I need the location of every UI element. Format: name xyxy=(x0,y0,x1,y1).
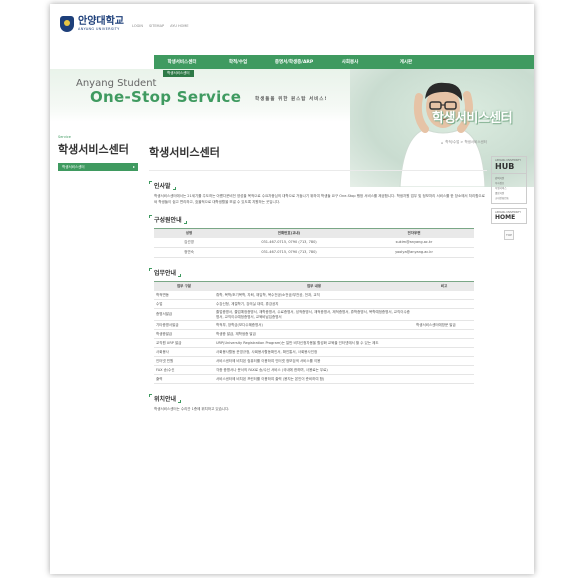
table-header: 전자우편 xyxy=(354,228,474,238)
hub-banner[interactable]: ANYANG UNIVERSITY HUB xyxy=(491,156,527,174)
table-row: 학적변동 휴학, 복학/조기복학, 자퇴, 재입학, 복수전공/소전공/부전공, … xyxy=(154,290,474,300)
location-text: 학생서비스센터는 수리관 1층에 위치하고 있습니다. xyxy=(154,407,230,411)
table-row: 학생증발급 학생증 발급, 재학생증 발급 xyxy=(154,329,474,339)
sidebar-tag: Service xyxy=(58,135,71,139)
table-row: 교직원 URP 발급 URP(University Registration Pr… xyxy=(154,338,474,348)
login-link[interactable]: LOGIN xyxy=(132,24,143,28)
bracket-left-icon xyxy=(149,268,152,271)
table-row: 인터넷 민원 서비스센터에 비치된 컴퓨터를 이용하여 인터넷 정보검색 서비스를… xyxy=(154,356,474,366)
breadcrumb-trail: 학적/수업 > 학생서비스센터 xyxy=(445,140,487,144)
section-staff-title: 구성원안내 xyxy=(149,215,487,224)
university-logo[interactable]: 안양대학교 ANYANG UNIVERSITY xyxy=(60,16,124,32)
nav-item-academic[interactable]: 학적/수업 xyxy=(210,59,266,65)
home-icon[interactable]: ⌂ xyxy=(441,141,443,145)
table-row: 정연숙 031-467-0715, 0790 (713, 780) yoolya… xyxy=(154,247,474,258)
tasks-table: 업무 구분 업무 내용 비고 학적변동 휴학, 복학/조기복학, 자퇴, 재입학,… xyxy=(154,281,474,384)
nav-item-certificates[interactable]: 증명서/학생증/ARP xyxy=(266,59,322,65)
ayu-home-link[interactable]: AYU HOME xyxy=(170,24,189,28)
bracket-left-icon xyxy=(149,394,152,397)
subnav-active-item[interactable]: 학생서비스센터 xyxy=(163,70,194,77)
bracket-right-icon xyxy=(178,274,182,277)
breadcrumb: ⌂ 학적/수업 > 학생서비스센터 xyxy=(441,140,487,145)
table-header: 업무 구분 xyxy=(154,281,214,291)
hero-title: 학생서비스센터 xyxy=(432,111,513,126)
page-frame: 학생서비스센터 안양대학교 ANYANG UNIVERSITY LOGIN SI… xyxy=(50,4,534,574)
logo-korean: 안양대학교 xyxy=(78,16,124,27)
email-link[interactable]: yoolya@anyang.ac.kr xyxy=(354,247,474,258)
nav-item-student-service[interactable]: 학생서비스센터 xyxy=(154,59,210,65)
section-location-title: 위치안내 xyxy=(149,394,487,403)
logo-english: ANYANG UNIVERSITY xyxy=(78,27,120,31)
home-banner[interactable]: ANYANG UNIVERSITY HOME xyxy=(491,208,527,224)
main-content: ⌂ 학적/수업 > 학생서비스센터 학생서비스센터 인사말 학생서비스센터에서는… xyxy=(149,136,487,413)
bracket-right-icon xyxy=(178,400,182,403)
table-row: 기타증명서발급 학적부, 장학금(보다수혜증명서) 학생서비스센터에방문 발급 xyxy=(154,320,474,330)
quick-link[interactable]: 교내전화번호 xyxy=(495,196,523,201)
table-header: 업무 내용 xyxy=(214,281,414,291)
table-row: 증명서발급 졸업증명서, 졸업예정증명서, 재학증명서, 수료증명서, 성적증명서… xyxy=(154,308,474,321)
quick-menu: ANYANG UNIVERSITY HUB 강의지원 학사정보 학생서비스 열람… xyxy=(491,156,527,240)
greeting-text: 학생서비스센터에서는 21세기를 주도하는 아름다운비전 양성을 목적으로 수요… xyxy=(154,194,485,204)
table-header: 성명 xyxy=(154,228,224,238)
hero-slogan: 학생들을 위한 원스탑 서비스! xyxy=(255,97,328,102)
hero-english-line2: One-Stop Service xyxy=(90,88,242,106)
page-title: 학생서비스센터 xyxy=(149,144,487,171)
bracket-right-icon xyxy=(172,187,176,190)
table-header: 비고 xyxy=(414,281,474,291)
sidebar: Service 학생서비스센터 학생서비스센터 xyxy=(58,135,138,171)
bracket-right-icon xyxy=(183,221,187,224)
table-header: 전화번호(교내) xyxy=(224,228,354,238)
sitemap-link[interactable]: SITEMAP xyxy=(149,24,164,28)
main-nav: 학생서비스센터 학적/수업 증명서/학생증/ARP 사회봉사 게시판 xyxy=(154,55,534,69)
table-row: 수업 수강신청, 계절학기, 강의실 대여, 휴강공지 xyxy=(154,299,474,309)
staff-table: 성명 전화번호(교내) 전자우편 김선영 031-467-0715, 0790 … xyxy=(154,228,474,258)
section-tasks-title: 업무안내 xyxy=(149,268,487,277)
table-row: FAX 송/수신 각종 증명서나 문서의 FAX로 송/수신 서비스 (국내에 한… xyxy=(154,365,474,375)
table-row: 출력 서비스센터에 비치된 프린터를 이용하여 출력 (용지는 본인이 준비하여 … xyxy=(154,374,474,384)
sidebar-item-student-service[interactable]: 학생서비스센터 xyxy=(58,163,138,171)
table-row: 사회봉사 사회봉사활동 운영규정, 사회봉사활동확인서, 확인통서, 사회봉사인정 xyxy=(154,347,474,357)
section-greeting-title: 인사말 xyxy=(149,181,487,190)
bracket-left-icon xyxy=(149,181,152,184)
nav-item-board[interactable]: 게시판 xyxy=(378,59,434,65)
nav-item-volunteer[interactable]: 사회봉사 xyxy=(322,59,378,65)
quick-links: 강의지원 학사정보 학생서비스 열람지원 교내전화번호 xyxy=(491,174,527,204)
utility-links: LOGIN SITEMAP AYU HOME xyxy=(132,24,189,28)
bracket-left-icon xyxy=(149,215,152,218)
university-emblem-icon xyxy=(60,16,74,32)
table-row: 김선영 031-467-0715, 0790 (713, 780) sukim@… xyxy=(154,237,474,248)
top-button[interactable]: TOP xyxy=(504,230,514,240)
top-bar: 안양대학교 ANYANG UNIVERSITY LOGIN SITEMAP AY… xyxy=(50,4,534,54)
email-link[interactable]: sukim@anyang.ac.kr xyxy=(354,237,474,248)
sidebar-title: 학생서비스센터 xyxy=(58,143,129,156)
